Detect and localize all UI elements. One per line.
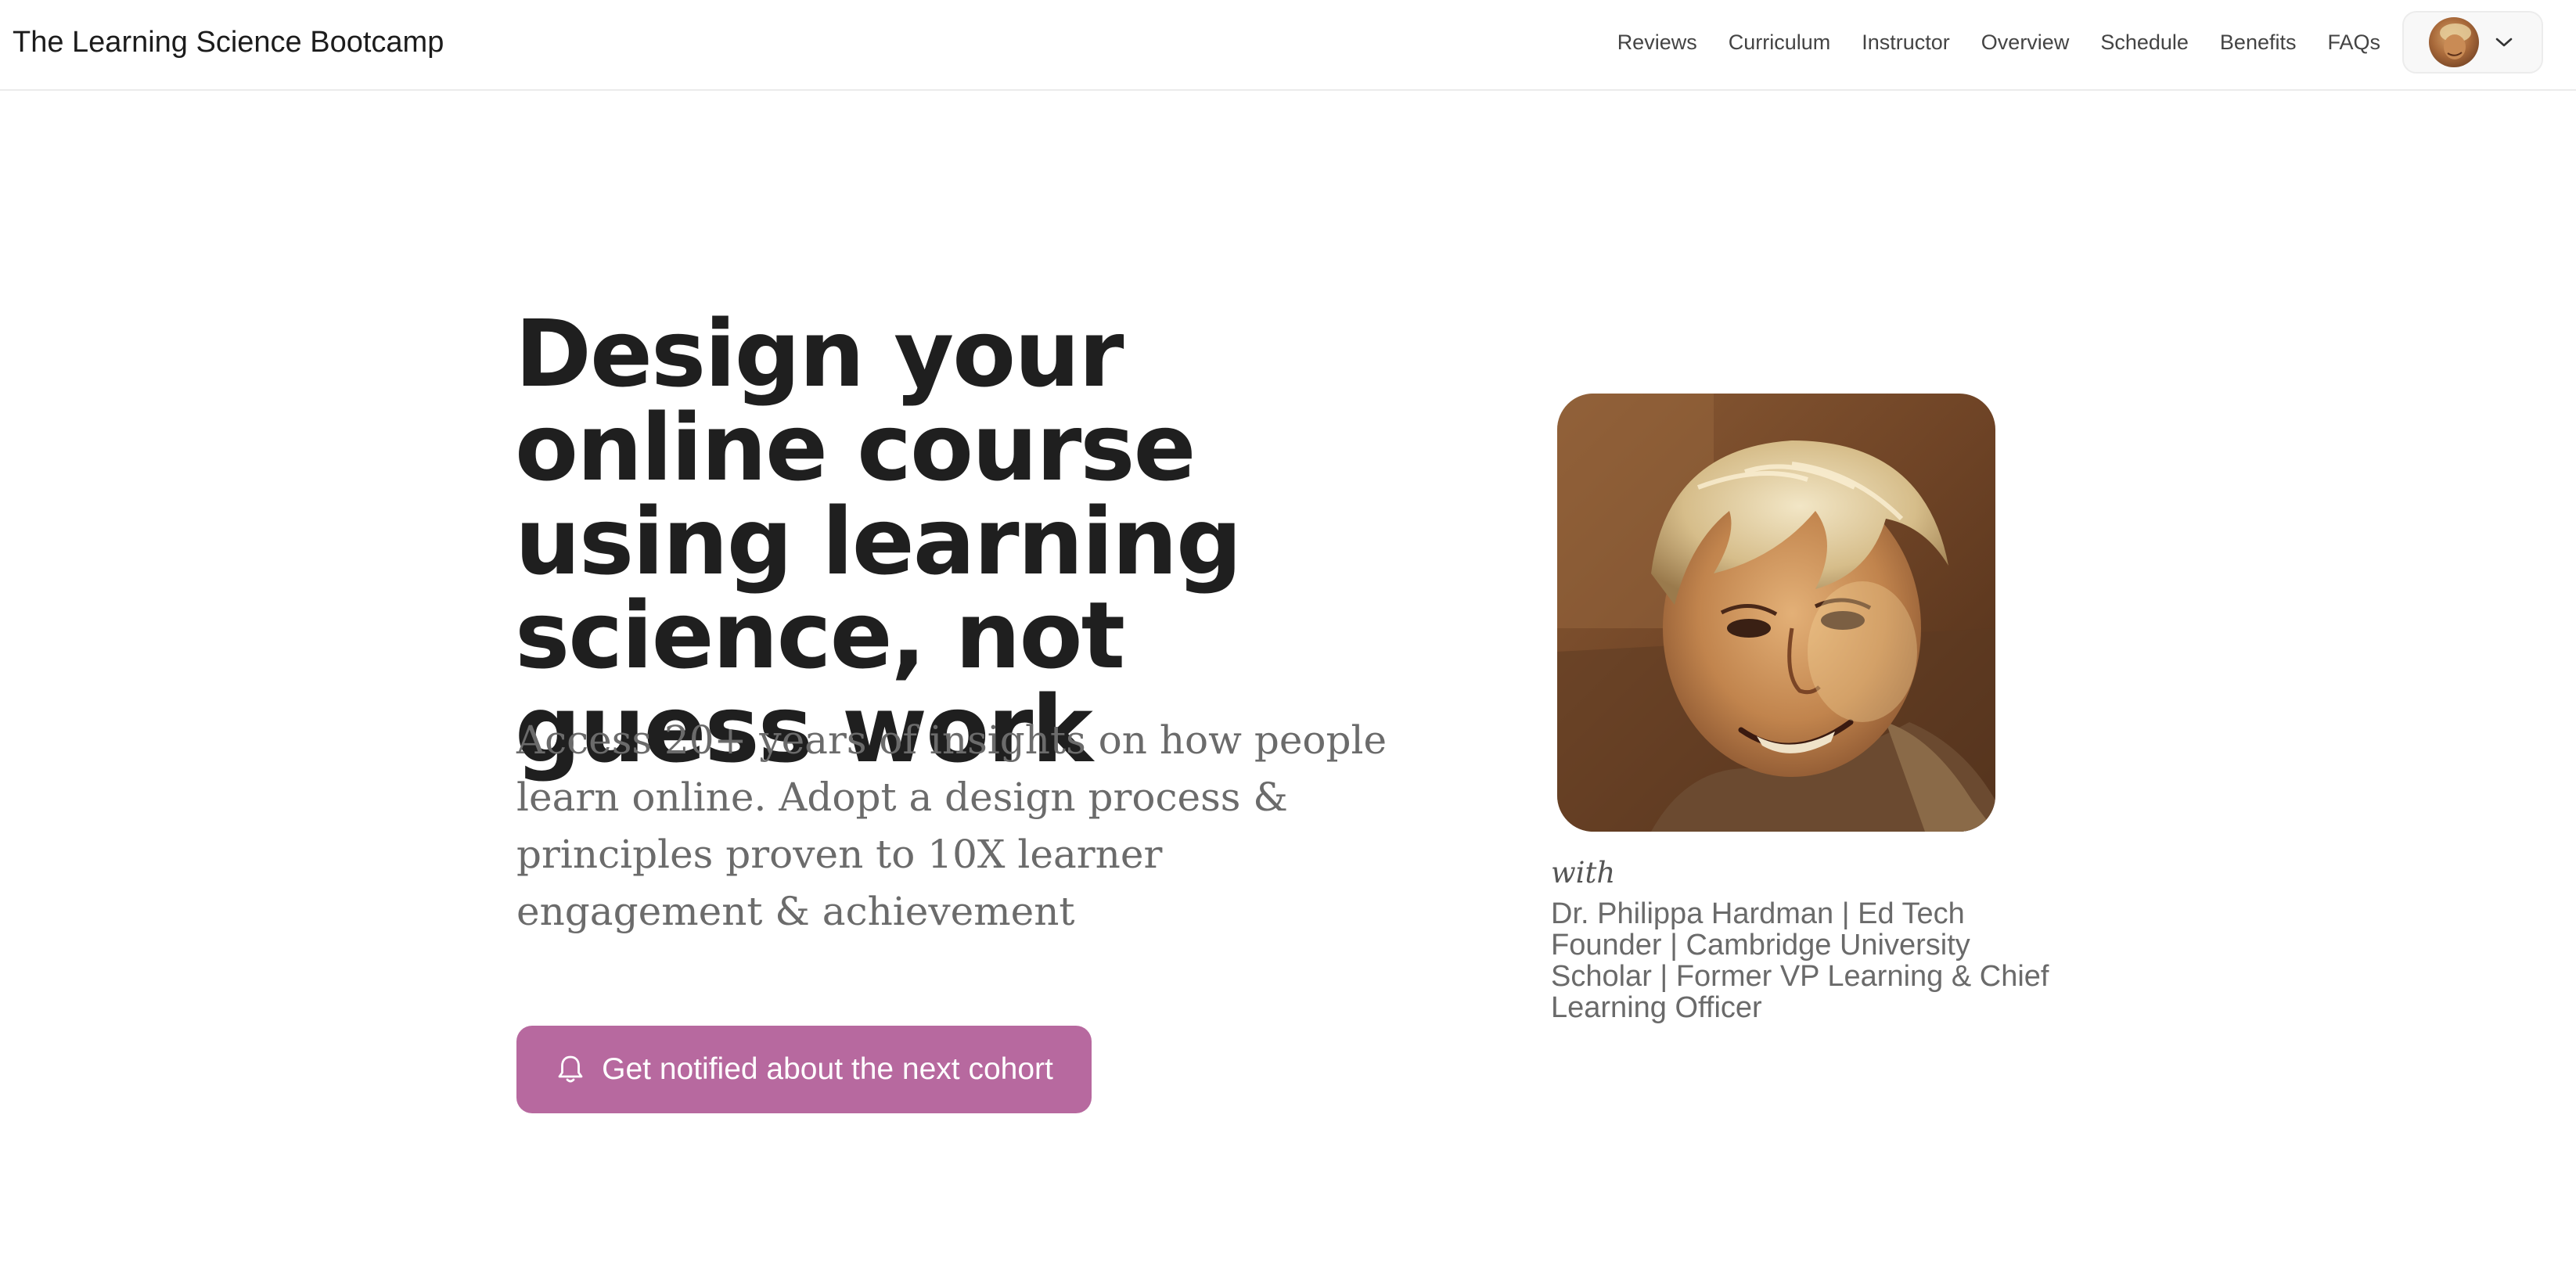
nav-link-faqs[interactable]: FAQs	[2327, 31, 2380, 55]
instructor-name: Dr. Philippa Hardman | Ed Tech Founder |…	[1551, 897, 2049, 1024]
nav-link-overview[interactable]: Overview	[1981, 31, 2070, 55]
hero-title: Design your online course using learning…	[515, 300, 1242, 783]
hero-subtitle: Access 20+ years of insights on how peop…	[516, 717, 1387, 934]
nav-link-schedule[interactable]: Schedule	[2100, 31, 2189, 55]
get-notified-button[interactable]: Get notified about the next cohort	[516, 1026, 1092, 1113]
nav-link-reviews[interactable]: Reviews	[1617, 31, 1697, 55]
cta-label: Get notified about the next cohort	[602, 1052, 1053, 1086]
bell-icon	[555, 1054, 586, 1085]
instructor-photo	[1557, 394, 1995, 832]
main-nav: Reviews Curriculum Instructor Overview S…	[1617, 22, 2380, 63]
user-avatar	[2429, 17, 2479, 67]
site-title[interactable]: The Learning Science Bootcamp	[13, 22, 444, 63]
nav-link-curriculum[interactable]: Curriculum	[1729, 31, 1831, 55]
chevron-down-icon	[2493, 31, 2515, 53]
nav-link-instructor[interactable]: Instructor	[1862, 31, 1950, 55]
nav-link-benefits[interactable]: Benefits	[2220, 31, 2297, 55]
account-menu-button[interactable]	[2402, 11, 2543, 74]
with-label: with	[1551, 856, 1616, 890]
top-navigation-bar: The Learning Science Bootcamp Reviews Cu…	[0, 0, 2576, 91]
